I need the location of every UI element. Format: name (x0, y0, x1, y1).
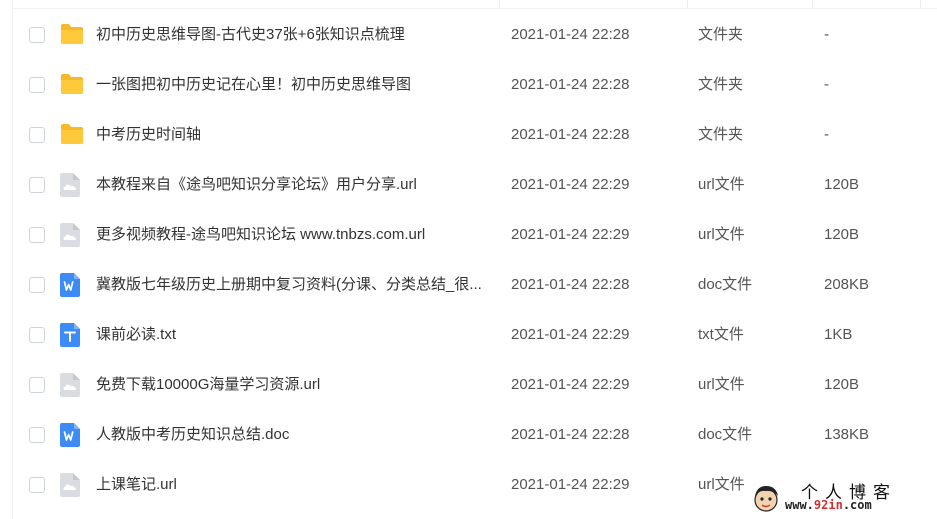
file-size: - (824, 126, 829, 143)
word-doc-icon (60, 273, 82, 297)
file-type: doc文件 (698, 276, 753, 293)
column-separator (687, 0, 688, 8)
file-size: - (824, 76, 829, 93)
file-type: doc文件 (698, 426, 753, 443)
file-type: url文件 (698, 176, 745, 193)
file-row[interactable]: 中考历史时间轴 2021-01-24 22:28 文件夹 - (0, 110, 937, 160)
row-checkbox[interactable] (29, 77, 45, 93)
word-doc-icon (60, 423, 82, 447)
row-checkbox[interactable] (29, 177, 45, 193)
cloud-file-icon (60, 473, 82, 497)
file-size: 1KB (824, 326, 853, 343)
file-name[interactable]: 人教版中考历史知识总结.doc (96, 425, 488, 445)
row-checkbox[interactable] (29, 377, 45, 393)
file-name[interactable]: 本教程来自《途鸟吧知识分享论坛》用户分享.url (96, 175, 488, 195)
file-size: 120B (824, 376, 860, 393)
row-checkbox[interactable] (29, 427, 45, 443)
file-name[interactable]: 课前必读.txt (96, 325, 488, 345)
folder-icon (60, 23, 83, 47)
cloud-file-icon (60, 223, 82, 247)
file-modified-date: 2021-01-24 22:29 (511, 476, 630, 493)
blog-watermark: 个人博客 www.92in.com (745, 476, 937, 519)
file-name[interactable]: 初中历史思维导图-古代史37张+6张知识点梳理 (96, 25, 488, 45)
text-file-icon (60, 323, 82, 347)
column-header-strip (13, 0, 937, 9)
file-name[interactable]: 上课笔记.url (96, 475, 488, 495)
cartoon-avatar-icon (754, 486, 778, 512)
file-modified-date: 2021-01-24 22:29 (511, 326, 630, 343)
row-checkbox[interactable] (29, 27, 45, 43)
file-modified-date: 2021-01-24 22:28 (511, 26, 630, 43)
file-modified-date: 2021-01-24 22:28 (511, 76, 630, 93)
file-type: url文件 (698, 376, 745, 393)
file-row[interactable]: 冀教版七年级历史上册期中复习资料(分课、分类总结_很... 2021-01-24… (0, 260, 937, 310)
column-separator (920, 0, 921, 8)
file-size: 120B (824, 176, 860, 193)
file-row[interactable]: 一张图把初中历史记在心里！初中历史思维导图 2021-01-24 22:28 文… (0, 60, 937, 110)
row-checkbox[interactable] (29, 127, 45, 143)
column-separator (812, 0, 813, 8)
file-size: 120B (824, 226, 860, 243)
row-checkbox[interactable] (29, 277, 45, 293)
file-row[interactable]: 人教版中考历史知识总结.doc 2021-01-24 22:28 doc文件 1… (0, 410, 937, 460)
file-modified-date: 2021-01-24 22:29 (511, 226, 630, 243)
cloud-file-icon (60, 373, 82, 397)
file-size: 138KB (824, 426, 870, 443)
folder-icon (60, 123, 83, 147)
file-type: 文件夹 (698, 26, 744, 43)
file-name[interactable]: 一张图把初中历史记在心里！初中历史思维导图 (96, 75, 488, 95)
watermark-url: www.92in.com (785, 498, 872, 512)
file-type: 文件夹 (698, 126, 744, 143)
file-type: txt文件 (698, 326, 744, 343)
folder-icon (60, 73, 83, 97)
file-name[interactable]: 中考历史时间轴 (96, 125, 488, 145)
file-size: - (824, 26, 829, 43)
file-row[interactable]: 课前必读.txt 2021-01-24 22:29 txt文件 1KB (0, 310, 937, 360)
file-table-body: 初中历史思维导图-古代史37张+6张知识点梳理 2021-01-24 22:28… (0, 10, 937, 510)
file-modified-date: 2021-01-24 22:28 (511, 126, 630, 143)
file-modified-date: 2021-01-24 22:28 (511, 426, 630, 443)
file-type: url文件 (698, 226, 745, 243)
file-row[interactable]: 更多视频教程-途鸟吧知识论坛 www.tnbzs.com.url 2021-01… (0, 210, 937, 260)
file-name[interactable]: 冀教版七年级历史上册期中复习资料(分课、分类总结_很... (96, 275, 488, 295)
file-modified-date: 2021-01-24 22:28 (511, 276, 630, 293)
row-checkbox[interactable] (29, 227, 45, 243)
file-modified-date: 2021-01-24 22:29 (511, 376, 630, 393)
cloud-file-icon (60, 173, 82, 197)
file-name[interactable]: 更多视频教程-途鸟吧知识论坛 www.tnbzs.com.url (96, 225, 488, 245)
row-checkbox[interactable] (29, 477, 45, 493)
column-separator (499, 0, 500, 8)
file-type: url文件 (698, 476, 745, 493)
file-row[interactable]: 本教程来自《途鸟吧知识分享论坛》用户分享.url 2021-01-24 22:2… (0, 160, 937, 210)
file-type: 文件夹 (698, 76, 744, 93)
file-size: 208KB (824, 276, 870, 293)
row-checkbox[interactable] (29, 327, 45, 343)
file-modified-date: 2021-01-24 22:29 (511, 176, 630, 193)
file-list-page: 初中历史思维导图-古代史37张+6张知识点梳理 2021-01-24 22:28… (0, 0, 937, 519)
file-row[interactable]: 免费下载10000G海量学习资源.url 2021-01-24 22:29 ur… (0, 360, 937, 410)
file-row[interactable]: 初中历史思维导图-古代史37张+6张知识点梳理 2021-01-24 22:28… (0, 10, 937, 60)
file-name[interactable]: 免费下载10000G海量学习资源.url (96, 375, 488, 395)
